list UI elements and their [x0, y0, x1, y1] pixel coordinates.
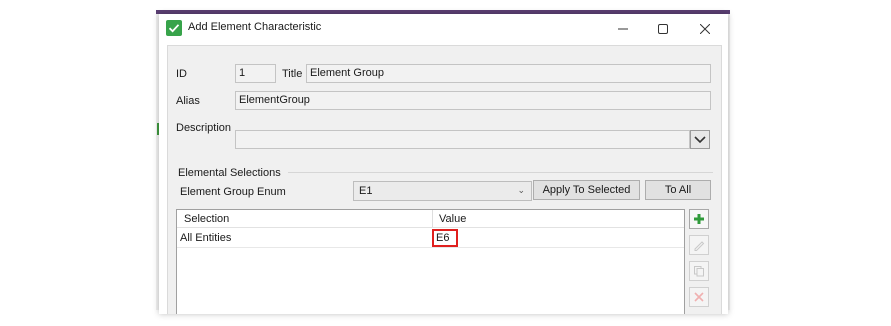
column-header-value[interactable]: Value: [439, 213, 466, 225]
window-title: Add Element Characteristic: [188, 21, 322, 33]
element-group-enum-label: Element Group Enum: [180, 186, 286, 198]
table-row[interactable]: All Entities E6: [177, 228, 684, 248]
maximize-icon: [658, 23, 668, 34]
title-label: Title: [282, 68, 303, 80]
add-row-button[interactable]: [689, 209, 709, 229]
copy-row-button[interactable]: [689, 261, 709, 281]
copy-icon: [694, 266, 704, 277]
title-field[interactable]: Element Group: [306, 64, 711, 83]
maximize-button[interactable]: [643, 14, 683, 43]
column-separator: [432, 210, 433, 227]
element-group-enum-select[interactable]: E1 ⌄: [353, 181, 532, 201]
column-header-selection[interactable]: Selection: [184, 213, 229, 225]
description-dropdown-button[interactable]: [690, 130, 710, 149]
chevron-down-icon: ⌄: [517, 185, 525, 195]
edit-row-button[interactable]: [689, 235, 709, 255]
title-bar: Add Element Characteristic: [159, 14, 728, 43]
id-field[interactable]: 1: [235, 64, 276, 83]
dialog-content: ID 1 Title Element Group Alias ElementGr…: [167, 45, 722, 314]
alias-label: Alias: [176, 95, 200, 107]
close-icon: [700, 23, 710, 34]
apply-to-selected-button[interactable]: Apply To Selected: [533, 180, 640, 200]
value-cell[interactable]: E6: [432, 229, 458, 247]
add-icon: [694, 214, 704, 224]
group-divider: [288, 172, 713, 173]
delete-icon: [694, 292, 704, 302]
id-label: ID: [176, 68, 187, 80]
delete-row-button[interactable]: [689, 287, 709, 307]
selection-cell[interactable]: All Entities: [180, 232, 231, 244]
element-group-enum-value: E1: [359, 185, 373, 197]
alias-field[interactable]: ElementGroup: [235, 91, 711, 110]
minimize-button[interactable]: [603, 14, 643, 43]
description-field[interactable]: [235, 130, 690, 149]
elemental-selections-heading: Elemental Selections: [178, 167, 281, 179]
grid-header: Selection Value: [177, 210, 684, 228]
description-label: Description: [176, 122, 232, 134]
checkmark-app-icon: [166, 20, 182, 36]
chevron-down-icon: [694, 135, 706, 143]
to-all-button[interactable]: To All: [645, 180, 711, 200]
selection-grid: Selection Value All Entities E6: [176, 209, 685, 314]
edit-icon: [694, 241, 705, 251]
close-button[interactable]: [685, 14, 725, 43]
add-element-characteristic-dialog: Add Element Characteristic ID 1 Title El…: [159, 14, 728, 314]
minimize-icon: [618, 28, 628, 29]
